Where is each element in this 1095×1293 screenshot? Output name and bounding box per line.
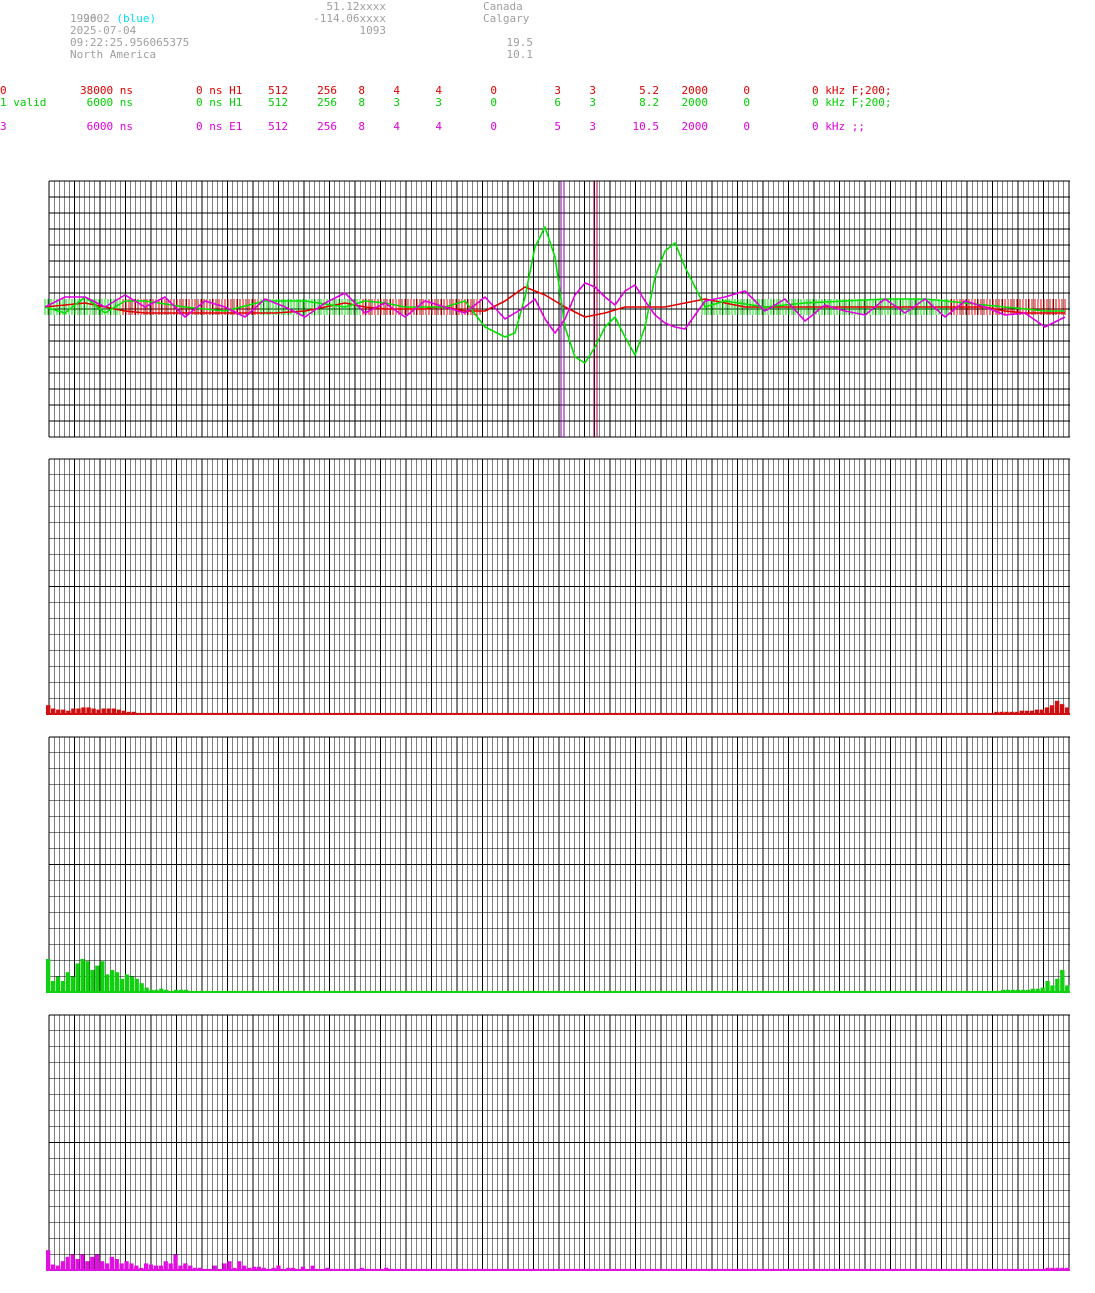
spectrum-bar — [1060, 970, 1065, 992]
grid — [48, 1014, 1070, 1271]
spectrum-bar — [95, 965, 100, 992]
spectrum-bar — [90, 1256, 95, 1270]
spectrum-bar — [70, 976, 75, 992]
series-line-1 — [44, 226, 1065, 364]
spectrum-bar — [119, 978, 125, 992]
spectrum-bar — [173, 1254, 178, 1270]
spectrum-bar — [70, 1254, 75, 1270]
spectrum-bar — [85, 961, 90, 992]
spectrum-bar — [50, 981, 56, 992]
spectrum-bar — [110, 970, 115, 992]
spectrum-bar — [124, 1261, 129, 1270]
grid — [48, 458, 1070, 715]
spectrum-bar — [1059, 704, 1065, 714]
spectrum-bar — [75, 963, 80, 992]
spectrum-bar — [60, 1261, 65, 1270]
spectrum-bar — [129, 976, 134, 992]
spectrum-panel-green — [46, 736, 1070, 993]
spectrum-bar — [55, 976, 61, 992]
spectrum-bar — [1054, 700, 1060, 714]
spectrum-bar — [95, 1254, 100, 1270]
spectrum-bar — [1049, 705, 1055, 714]
spectrum-bar — [105, 974, 110, 992]
spectrum-bar — [65, 1256, 70, 1270]
spectrum-panel-red — [46, 458, 1070, 715]
spectrum-bar — [109, 1256, 114, 1270]
spectrum-bar — [1055, 978, 1060, 992]
spectrum-bar — [100, 961, 105, 992]
spectrum-bar — [60, 981, 66, 992]
spectrum-bar — [1045, 981, 1050, 992]
spectrum-bar — [46, 959, 51, 992]
spectrum-bar — [163, 1261, 168, 1270]
grid — [48, 736, 1070, 993]
spectrum-bar — [80, 959, 85, 992]
waveform-and-spectra-chart — [44, 180, 1070, 1271]
spectrum-bar — [65, 972, 70, 992]
spectrum-bar — [99, 1261, 105, 1270]
spectrum-bar — [227, 1261, 232, 1270]
spectrum-bar — [139, 983, 144, 992]
spectrum-bar — [46, 705, 51, 714]
spectrum-bar — [134, 978, 139, 992]
waveform-panel — [44, 180, 1070, 438]
spectrum-bar — [90, 970, 95, 992]
spectrum-bar — [85, 1261, 90, 1270]
spectrum-bar — [80, 1254, 85, 1270]
spectrum-panel-magenta — [46, 1014, 1070, 1271]
spectrum-bar — [124, 974, 130, 992]
spectrum-bar — [46, 1250, 51, 1270]
spectrum-bar — [114, 972, 120, 992]
spectrum-bar — [237, 1261, 242, 1270]
spectrum-bar — [75, 1259, 80, 1270]
spectrum-bar — [114, 1259, 119, 1270]
